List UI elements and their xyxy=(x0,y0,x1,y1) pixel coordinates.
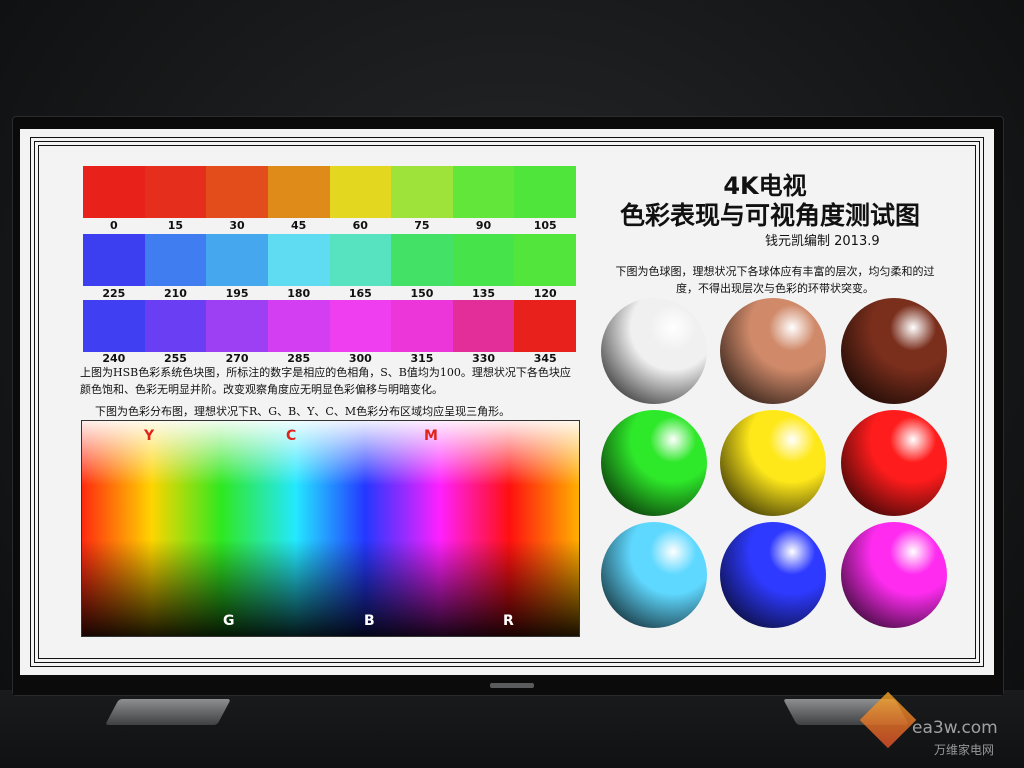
row1-swatch-1 xyxy=(144,166,207,218)
row2-swatch-6 xyxy=(452,234,515,286)
label-y: Y xyxy=(144,428,155,444)
row2-label-5: 150 xyxy=(410,287,434,300)
distribution-shading xyxy=(82,421,579,636)
row1-label-3: 45 xyxy=(291,219,307,232)
hue-row-3 xyxy=(83,300,576,352)
color-distribution-chart xyxy=(81,420,580,637)
sphere-description: 下图为色球图，理想状况下各球体应有丰富的层次，均匀柔和的过度，不得出现层次与色彩… xyxy=(615,265,935,295)
distribution-description: 下图为色彩分布图，理想状况下R、G、B、Y、C、M色彩分布区域均应呈现三角形。 xyxy=(95,405,511,418)
sphere-brown-dark xyxy=(841,298,947,404)
sphere-brown-light xyxy=(720,298,826,404)
row1-label-4: 60 xyxy=(352,219,368,232)
row2-label-0: 225 xyxy=(102,287,126,300)
sphere-cyan xyxy=(601,522,707,628)
row3-swatch-2 xyxy=(206,300,268,352)
row2-label-7: 120 xyxy=(533,287,557,300)
sphere-magenta xyxy=(841,522,947,628)
row1-swatch-7 xyxy=(514,166,576,218)
watermark-site: ea3w.com xyxy=(912,718,998,738)
row2-swatch-2 xyxy=(206,234,268,286)
tv-logo xyxy=(490,683,534,688)
row2-label-2: 195 xyxy=(225,287,249,300)
row3-swatch-4 xyxy=(329,300,392,352)
row3-swatch-5 xyxy=(391,300,453,352)
row2-swatch-0 xyxy=(83,234,145,286)
row1-swatch-5 xyxy=(391,166,453,218)
row2-swatch-3 xyxy=(267,234,330,286)
hue-row-1-labels: 0 15 30 45 60 75 90 105 xyxy=(83,219,576,232)
hue-row-2-labels: 225 210 195 180 165 150 135 120 xyxy=(83,287,576,300)
row3-swatch-3 xyxy=(267,300,330,352)
sphere-gray xyxy=(601,298,707,404)
hue-row-1 xyxy=(83,166,576,218)
row1-swatch-4 xyxy=(329,166,392,218)
row2-swatch-5 xyxy=(391,234,453,286)
row3-swatch-0 xyxy=(83,300,145,352)
row1-label-6: 90 xyxy=(475,219,492,232)
sphere-green xyxy=(601,410,707,516)
label-m: M xyxy=(424,428,438,444)
sphere-blue xyxy=(720,522,826,628)
label-r: R xyxy=(503,613,514,629)
label-c: C xyxy=(286,428,297,444)
watermark-cn: 万维家电网 xyxy=(934,743,995,757)
sphere-red xyxy=(841,410,947,516)
row2-swatch-1 xyxy=(144,234,207,286)
title-line-2: 色彩表现与可视角度测试图 xyxy=(619,201,920,230)
row1-label-2: 30 xyxy=(229,219,245,232)
hsb-description: 上图为HSB色彩系统色块图，所标注的数字是相应的色相角，S、B值均为100。理想… xyxy=(80,366,571,396)
label-b: B xyxy=(364,613,375,629)
row1-swatch-3 xyxy=(267,166,330,218)
sphere-yellow xyxy=(720,410,826,516)
row2-label-4: 165 xyxy=(348,287,372,300)
row3-swatch-1 xyxy=(144,300,207,352)
row1-swatch-0 xyxy=(83,166,145,218)
row1-label-5: 75 xyxy=(414,219,430,232)
row1-label-1: 15 xyxy=(167,219,184,232)
author-date: 钱元凯编制 2013.9 xyxy=(765,234,880,249)
row1-swatch-2 xyxy=(206,166,268,218)
row1-swatch-6 xyxy=(452,166,515,218)
row3-swatch-7 xyxy=(514,300,576,352)
row2-label-6: 135 xyxy=(472,287,496,300)
tv-stand-left xyxy=(105,699,231,725)
row2-swatch-4 xyxy=(329,234,392,286)
row2-label-3: 180 xyxy=(287,287,311,300)
row2-swatch-7 xyxy=(514,234,576,286)
row1-label-0: 0 xyxy=(109,219,118,232)
row2-label-1: 210 xyxy=(163,287,187,300)
label-g: G xyxy=(223,613,235,629)
hue-row-2 xyxy=(83,234,576,286)
row1-label-7: 105 xyxy=(533,219,557,232)
row3-swatch-6 xyxy=(452,300,515,352)
